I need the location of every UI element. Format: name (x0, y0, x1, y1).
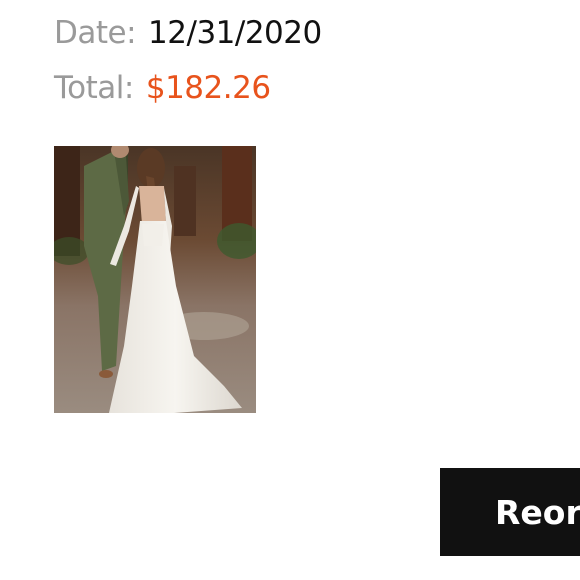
reorder-button[interactable]: Reorder (440, 468, 580, 556)
product-image[interactable] (54, 146, 256, 413)
wedding-dress-photo (54, 146, 256, 413)
date-value: 12/31/2020 (148, 15, 322, 51)
date-label: Date: (54, 15, 137, 51)
order-total-row: Total: $182.26 (54, 70, 271, 106)
total-label: Total: (54, 70, 134, 106)
order-summary: Date: 12/31/2020 Total: $182.26 Reor (0, 0, 580, 580)
total-value: $182.26 (145, 70, 271, 106)
order-date-row: Date: 12/31/2020 (54, 15, 322, 51)
